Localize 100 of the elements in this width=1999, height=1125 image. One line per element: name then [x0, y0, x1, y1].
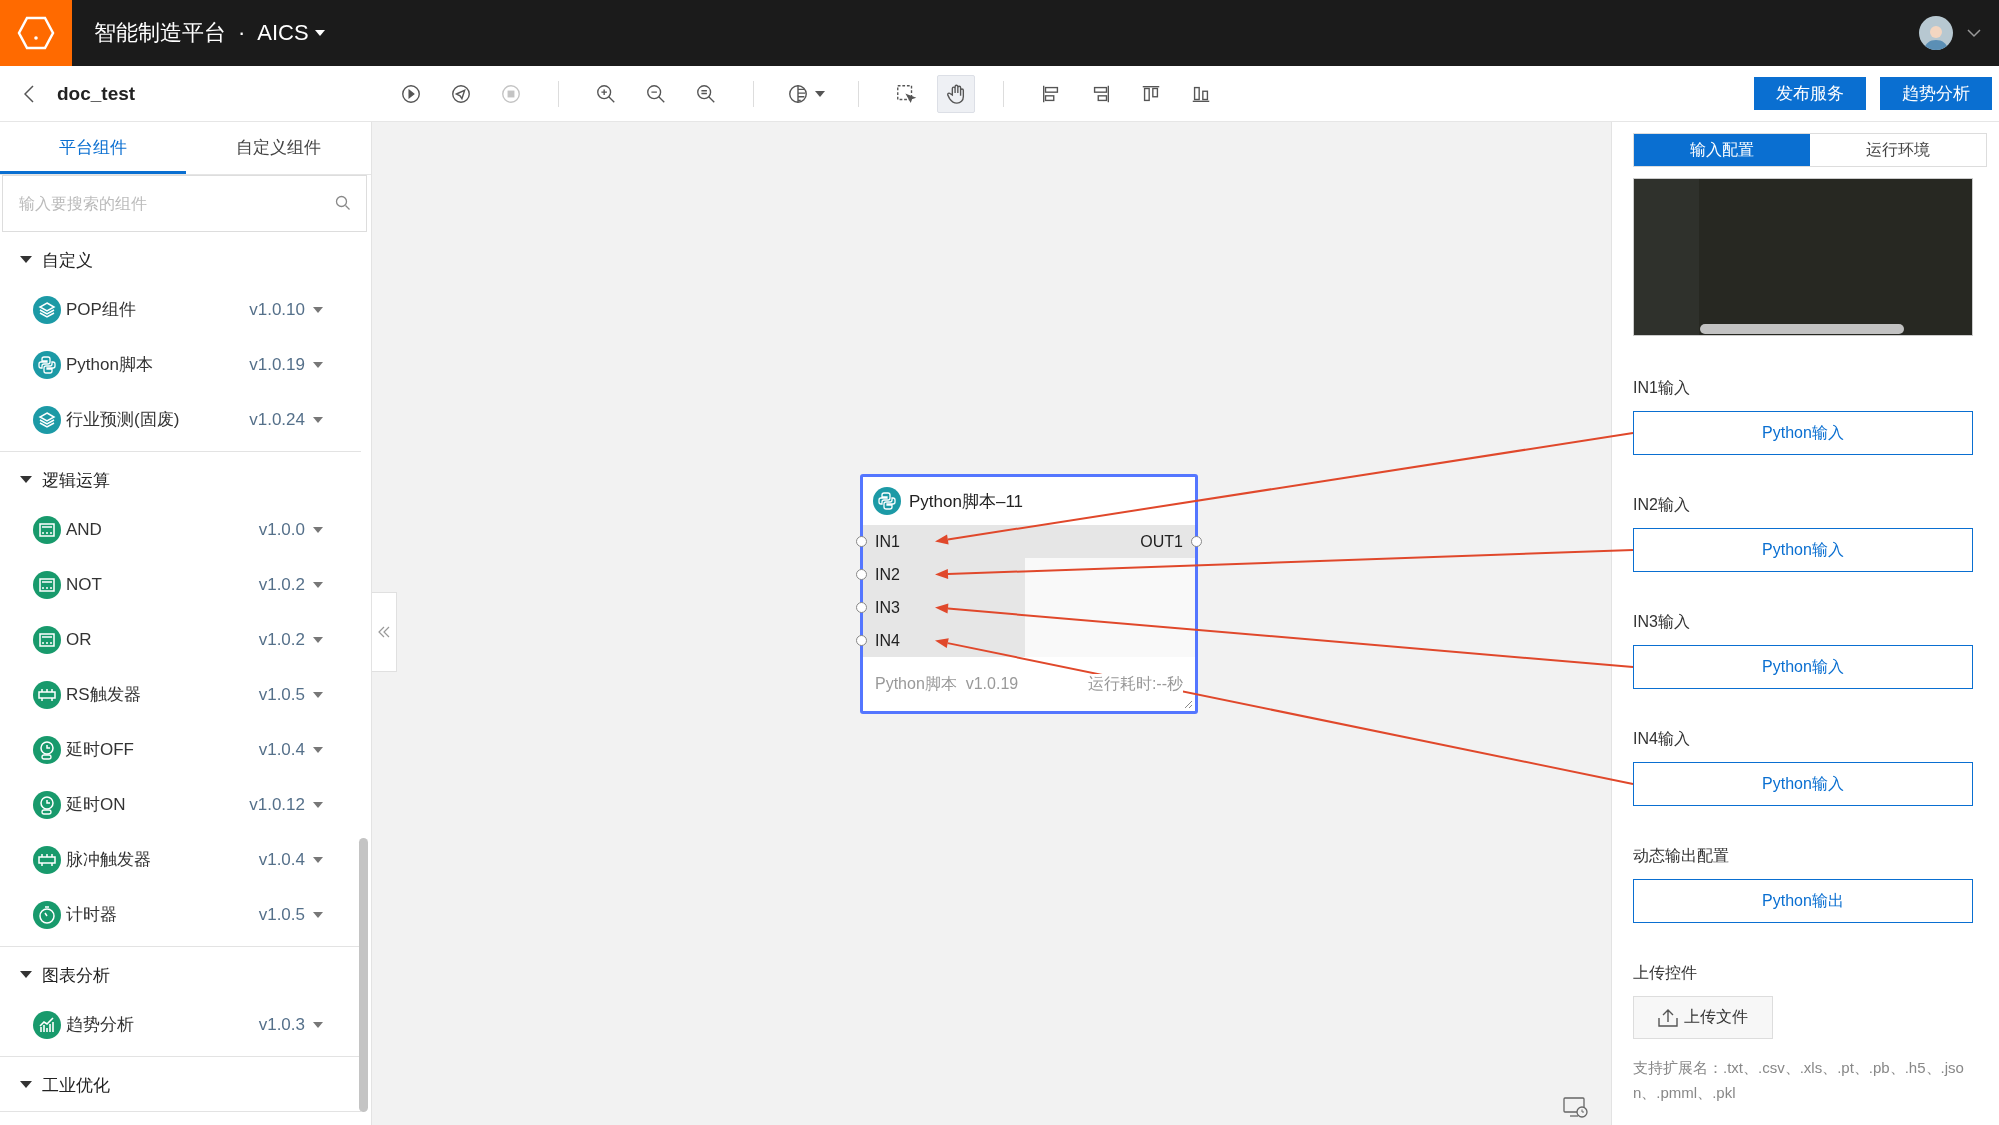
- group-title[interactable]: 逻辑运算: [42, 468, 110, 492]
- field-label: IN4输入: [1633, 729, 1691, 749]
- chevron-down-icon[interactable]: [1967, 28, 1981, 38]
- version-dropdown[interactable]: v1.0.24: [249, 409, 323, 430]
- node-component-version: Python脚本 v1.0.19: [875, 673, 1019, 695]
- node-runtime: 运行耗时:--秒: [1087, 673, 1183, 695]
- zoom-out-icon: [645, 82, 667, 105]
- component-name[interactable]: 行业预测(固废): [66, 408, 250, 431]
- logic-gate-icon: [33, 570, 61, 599]
- hand-icon: [945, 82, 967, 105]
- caret-icon: [313, 801, 323, 808]
- port-label: IN4: [875, 631, 900, 650]
- caret-icon: [313, 581, 323, 588]
- back-icon[interactable]: [23, 84, 34, 103]
- component-name[interactable]: 延时OFF: [66, 738, 259, 761]
- action-button[interactable]: 趋势分析: [1880, 77, 1992, 110]
- field-label: 上传控件: [1633, 963, 1698, 983]
- field-label: IN3输入: [1633, 612, 1691, 632]
- hexagon-logo-icon: [17, 16, 55, 50]
- input-port[interactable]: [856, 536, 867, 547]
- monitor-clock-icon[interactable]: [1563, 1097, 1589, 1119]
- upload-hint: 支持扩展名：.txt、.csv、.xls、.pt、.pb、.h5、.json、.pmml、.pkl: [1633, 1058, 1965, 1103]
- component-name[interactable]: RS触发器: [66, 683, 259, 706]
- output-port[interactable]: [1191, 536, 1202, 547]
- input-config-button[interactable]: Python输入: [1633, 645, 1973, 689]
- version-dropdown[interactable]: v1.0.2: [258, 629, 323, 650]
- zoom-in-icon: [595, 82, 617, 105]
- input-config-button[interactable]: Python输入: [1633, 411, 1973, 455]
- output-config-button[interactable]: Python输出: [1633, 879, 1973, 923]
- upload-button[interactable]: 上传文件: [1633, 996, 1773, 1039]
- input-port[interactable]: [856, 569, 867, 580]
- scrollbar-thumb[interactable]: [1700, 324, 1904, 334]
- component-name[interactable]: AND: [66, 519, 259, 540]
- component-name[interactable]: 计时器: [66, 903, 259, 926]
- search-field[interactable]: 输入要搜索的组件: [2, 175, 367, 232]
- version-dropdown[interactable]: v1.0.5: [258, 684, 323, 705]
- product-switcher[interactable]: AICS: [257, 20, 325, 46]
- caret-icon: [313, 911, 323, 918]
- version-dropdown[interactable]: v1.0.2: [258, 574, 323, 595]
- logic-gate-icon: [33, 515, 61, 544]
- contrast-icon: [787, 82, 809, 105]
- logic-gate-icon: [33, 625, 61, 654]
- component-name[interactable]: OR: [66, 629, 259, 650]
- input-config-button[interactable]: Python输入: [1633, 762, 1973, 806]
- component-name[interactable]: POP组件: [66, 298, 250, 321]
- zoom-reset-icon: [695, 82, 717, 105]
- version-dropdown[interactable]: v1.0.5: [258, 904, 323, 925]
- caret-icon: [313, 1021, 323, 1028]
- sidebar-tab[interactable]: 自定义组件: [185, 122, 371, 174]
- input-port[interactable]: [856, 602, 867, 613]
- group-title[interactable]: 图表分析: [42, 963, 110, 987]
- trigger-icon: [33, 845, 61, 874]
- input-config-button[interactable]: Python输入: [1633, 528, 1973, 572]
- field-label: IN2输入: [1633, 495, 1691, 515]
- port-label: OUT1: [1140, 532, 1183, 551]
- code-editor[interactable]: [1633, 178, 1973, 336]
- version-dropdown[interactable]: v1.0.12: [249, 794, 323, 815]
- resize-handle-icon[interactable]: [1183, 699, 1193, 709]
- logo-block[interactable]: [0, 0, 72, 66]
- node-title: Python脚本–11: [909, 490, 1024, 513]
- scrollbar-thumb[interactable]: [359, 838, 368, 1112]
- python-icon: [33, 350, 61, 379]
- caret-icon: [313, 636, 323, 643]
- version-dropdown[interactable]: v1.0.19: [249, 354, 323, 375]
- clock-icon: [33, 735, 61, 764]
- version-dropdown[interactable]: v1.0.4: [258, 739, 323, 760]
- caret-icon: [313, 746, 323, 753]
- caret-icon: [313, 856, 323, 863]
- group-title[interactable]: 自定义: [42, 248, 93, 272]
- caret-icon: [314, 30, 325, 36]
- component-name[interactable]: 脉冲触发器: [66, 848, 259, 871]
- panel-tab[interactable]: 输入配置: [1634, 134, 1810, 166]
- hand-tool-button[interactable]: [937, 74, 975, 113]
- search-icon: [335, 195, 351, 211]
- trigger-icon: [33, 680, 61, 709]
- platform-title: 智能制造平台: [94, 19, 226, 47]
- version-dropdown[interactable]: v1.0.10: [249, 299, 323, 320]
- port-label: IN3: [875, 598, 900, 617]
- python-icon: [873, 487, 901, 515]
- upload-icon: [1658, 1008, 1678, 1027]
- component-name[interactable]: 趋势分析: [66, 1013, 259, 1036]
- user-avatar[interactable]: [1919, 16, 1953, 50]
- stopwatch-icon: [33, 900, 61, 929]
- version-dropdown[interactable]: v1.0.4: [258, 849, 323, 870]
- layers-icon: [33, 295, 61, 324]
- component-name[interactable]: 延时ON: [66, 793, 250, 816]
- document-title: doc_test: [57, 82, 137, 105]
- title-separator: ·: [238, 20, 246, 46]
- port-label: IN2: [875, 565, 900, 584]
- action-button[interactable]: 发布服务: [1754, 77, 1866, 110]
- caret-icon: [313, 306, 323, 313]
- caret-icon: [313, 416, 323, 423]
- group-title[interactable]: 工业优化: [42, 1073, 110, 1097]
- version-dropdown[interactable]: v1.0.3: [258, 1014, 323, 1035]
- component-name[interactable]: Python脚本: [66, 353, 250, 376]
- component-name[interactable]: NOT: [66, 574, 259, 595]
- port-label: IN1: [875, 532, 900, 551]
- input-port[interactable]: [856, 635, 867, 646]
- version-dropdown[interactable]: v1.0.0: [258, 519, 323, 540]
- caret-icon: [313, 361, 323, 368]
